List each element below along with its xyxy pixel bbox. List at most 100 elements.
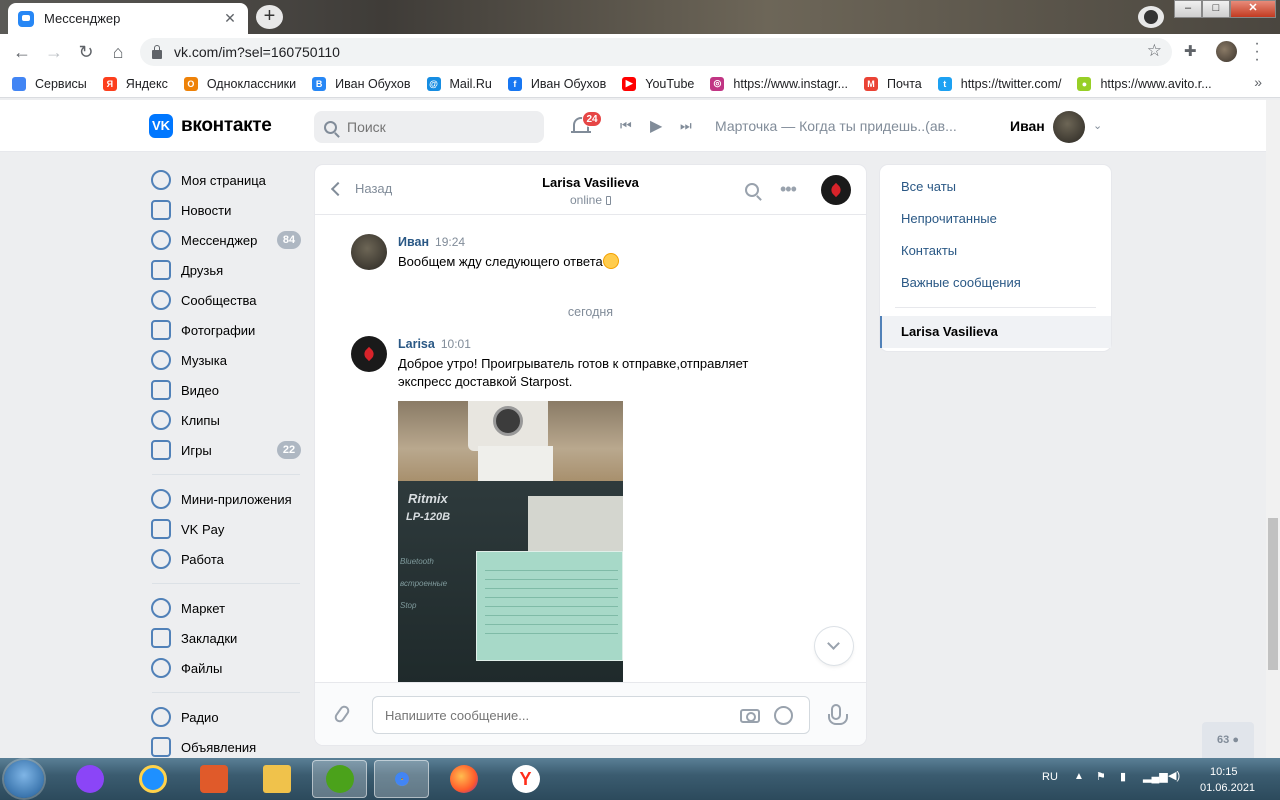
media-player-icon[interactable] xyxy=(186,760,241,798)
volume-icon[interactable]: ◀) xyxy=(1168,769,1180,782)
firefox-icon[interactable] xyxy=(436,760,491,798)
emoji-icon[interactable] xyxy=(774,706,793,725)
sidebar-item[interactable]: Музыка xyxy=(148,345,308,375)
sidebar-item[interactable]: Радио xyxy=(148,702,308,732)
bookmark-item[interactable]: ◎ https://www.instagr... xyxy=(710,76,848,91)
scroll-down-button[interactable] xyxy=(815,627,853,665)
sidebar-item[interactable]: Видео xyxy=(148,375,308,405)
search-in-chat-icon[interactable] xyxy=(745,183,759,197)
sidebar-item[interactable]: Мини-приложения xyxy=(148,484,308,514)
url-text[interactable]: vk.com/im?sel=160750110 xyxy=(174,44,340,60)
sidebar-item[interactable]: Игры 22 xyxy=(148,435,308,465)
language-indicator[interactable]: RU xyxy=(1042,771,1058,783)
bookmark-star-icon[interactable]: ☆ xyxy=(1147,41,1162,61)
sidebar-item[interactable]: Сообщества xyxy=(148,285,308,315)
sidebar-item[interactable]: VK Pay xyxy=(148,514,308,544)
author-name[interactable]: Иван xyxy=(398,235,429,249)
more-options-icon[interactable]: ••• xyxy=(780,179,797,200)
bookmark-item[interactable]: ● https://www.avito.r... xyxy=(1077,76,1212,91)
bookmark-item[interactable]: @ Mail.Ru xyxy=(426,76,492,91)
filter-all-chats[interactable]: Все чаты xyxy=(880,171,1111,203)
chrome-icon[interactable] xyxy=(374,760,429,798)
vk-logo-text[interactable]: вконтакте xyxy=(181,115,272,137)
chevron-down-icon[interactable]: ⌄ xyxy=(1093,119,1102,132)
bookmarks-overflow-icon[interactable]: » xyxy=(1254,74,1262,90)
message-author[interactable]: Larisa 10:01 xyxy=(398,337,471,351)
sidebar-item[interactable]: Работа xyxy=(148,544,308,574)
bookmark-item[interactable]: Я Яндекс xyxy=(102,76,168,91)
bookmark-label: Сервисы xyxy=(35,76,87,91)
clock-time[interactable]: 10:15 xyxy=(1210,766,1238,778)
camera-icon[interactable] xyxy=(740,709,760,723)
windows-start-button[interactable] xyxy=(4,760,44,798)
bookmark-item[interactable]: О Одноклассники xyxy=(183,76,296,91)
sidebar-item[interactable]: Новости xyxy=(148,195,308,225)
clock-date[interactable]: 01.06.2021 xyxy=(1200,782,1255,794)
tray-expand-icon[interactable]: ▲ xyxy=(1074,771,1084,782)
user-avatar[interactable] xyxy=(1053,111,1085,143)
author-name[interactable]: Larisa xyxy=(398,337,435,351)
bookmark-item[interactable]: M Почта xyxy=(864,76,922,91)
bookmark-item[interactable]: В Иван Обухов xyxy=(312,76,411,91)
avatar[interactable] xyxy=(351,336,387,372)
sidebar-item[interactable]: Друзья xyxy=(148,255,308,285)
message-photo[interactable]: Ritmix LP-120B Bluetooth встроенные Stop xyxy=(398,401,623,683)
bookmark-item[interactable]: ▶ YouTube xyxy=(622,76,694,91)
now-playing-track[interactable]: Марточка — Когда ты придешь..(ав... xyxy=(715,118,957,134)
alice-app-icon[interactable] xyxy=(62,760,117,798)
bookmark-item[interactable]: t https://twitter.com/ xyxy=(937,76,1061,91)
sidebar-item[interactable]: Мессенджер 84 xyxy=(148,225,308,255)
bookmark-item[interactable]: f Иван Обухов xyxy=(507,76,606,91)
bookmark-item[interactable]: Сервисы xyxy=(12,76,87,91)
message-text: Вообщем жду следующего ответа xyxy=(398,253,619,271)
next-track-icon[interactable]: ⏭ xyxy=(680,118,692,134)
previous-track-icon[interactable]: ⏮ xyxy=(620,118,632,134)
filter-contacts[interactable]: Контакты xyxy=(880,235,1111,267)
filter-important[interactable]: Важные сообщения xyxy=(880,267,1111,299)
sidebar-item[interactable]: Файлы xyxy=(148,653,308,683)
sidebar-item[interactable]: Клипы xyxy=(148,405,308,435)
file-explorer-icon[interactable] xyxy=(249,760,304,798)
paperclip-icon[interactable] xyxy=(332,703,352,725)
close-window-button[interactable]: ✕ xyxy=(1230,0,1276,18)
utorrent-icon[interactable] xyxy=(312,760,367,798)
reload-icon[interactable]: ↻ xyxy=(70,42,102,63)
internet-explorer-icon[interactable] xyxy=(125,760,180,798)
signal-icon[interactable]: ▂▄▆ xyxy=(1143,770,1168,783)
action-center-flag-icon[interactable]: ⚑ xyxy=(1096,770,1106,783)
browser-tab[interactable]: Мессенджер ✕ xyxy=(8,3,248,34)
filter-unread[interactable]: Непрочитанные xyxy=(880,203,1111,235)
sidebar-item[interactable]: Фотографии xyxy=(148,315,308,345)
vk-logo-icon[interactable]: VK xyxy=(149,114,173,138)
maximize-button[interactable]: □ xyxy=(1202,0,1230,18)
address-bar[interactable]: vk.com/im?sel=160750110 ☆ xyxy=(140,38,1172,66)
sidebar-item[interactable]: Закладки xyxy=(148,623,308,653)
search-input[interactable] xyxy=(347,119,527,135)
vk-search-box[interactable] xyxy=(314,111,544,143)
message-author[interactable]: Иван 19:24 xyxy=(398,235,465,249)
lock-icon[interactable] xyxy=(152,44,162,59)
browser-menu-icon[interactable]: · · · xyxy=(1253,36,1261,68)
new-tab-button[interactable]: + xyxy=(256,5,283,29)
microphone-icon[interactable] xyxy=(828,704,848,725)
yandex-browser-icon[interactable]: Y xyxy=(498,760,553,798)
user-menu-name[interactable]: Иван xyxy=(1010,118,1045,134)
chat-peer-avatar[interactable] xyxy=(821,175,851,205)
play-icon[interactable]: ▶ xyxy=(650,116,662,136)
online-friends-counter[interactable]: 63 ● xyxy=(1202,722,1254,758)
chat-filters: Все чаты Непрочитанные Контакты Важные с… xyxy=(880,165,1111,351)
sidebar-item[interactable]: Маркет xyxy=(148,593,308,623)
home-icon[interactable]: ⌂ xyxy=(102,42,134,63)
avatar[interactable] xyxy=(351,234,387,270)
browser-profile-avatar[interactable] xyxy=(1216,41,1237,62)
sidebar-item[interactable]: Моя страница xyxy=(148,165,308,195)
back-arrow-icon[interactable]: ← xyxy=(6,42,38,63)
tab-search-button[interactable] xyxy=(1138,6,1164,28)
scrollbar-thumb[interactable] xyxy=(1268,518,1278,670)
active-chat-filter[interactable]: Larisa Vasilieva xyxy=(880,316,1111,348)
extensions-puzzle-icon[interactable]: ✚ xyxy=(1184,42,1197,60)
battery-icon[interactable]: ▮ xyxy=(1120,770,1126,783)
forward-arrow-icon[interactable]: → xyxy=(38,42,70,63)
tab-close-button[interactable]: ✕ xyxy=(222,10,238,27)
minimize-button[interactable]: – xyxy=(1174,0,1202,18)
